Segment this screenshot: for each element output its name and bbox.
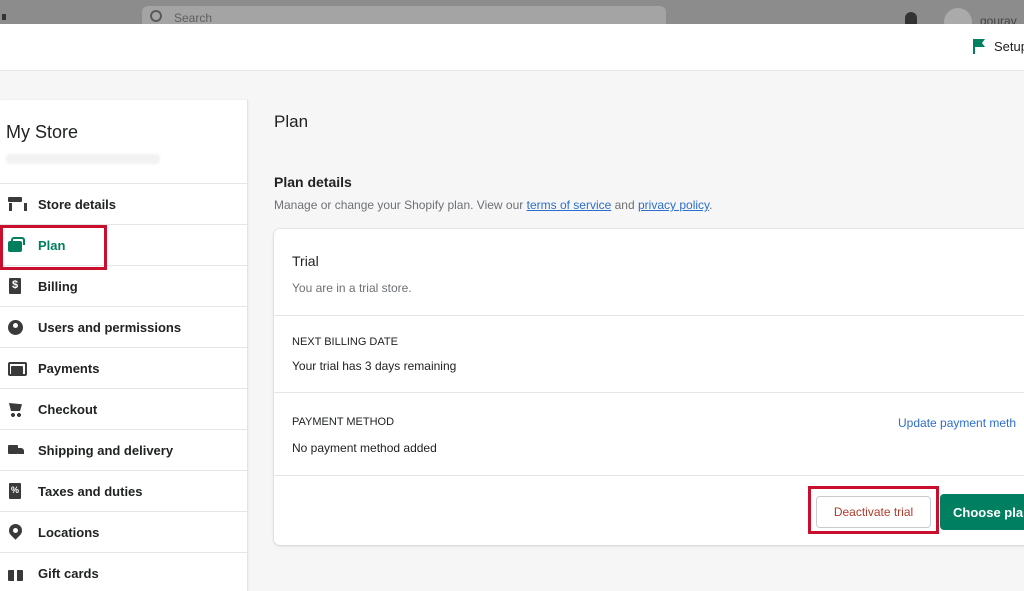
cart-icon <box>8 401 22 417</box>
update-payment-method-link[interactable]: Update payment meth <box>898 416 1016 430</box>
sidebar-item-users-and-permissions[interactable]: Users and permissions <box>0 306 248 347</box>
notification-bell-icon[interactable] <box>905 12 917 24</box>
terms-of-service-link[interactable]: terms of service <box>527 198 612 212</box>
payment-method-value: No payment method added <box>292 441 437 455</box>
section-title: Plan details <box>274 174 352 190</box>
sidebar-item-label: Gift cards <box>38 565 99 581</box>
user-name[interactable]: gourav <box>980 14 1017 24</box>
sidebar-item-payments[interactable]: Payments <box>0 347 248 388</box>
payments-icon <box>8 360 27 376</box>
privacy-policy-link[interactable]: privacy policy <box>638 198 709 212</box>
billing-icon <box>8 278 22 294</box>
setup-label: Setup <box>994 38 1024 54</box>
payment-method-section: PAYMENT METHOD No payment method added U… <box>274 393 1024 476</box>
sidebar-item-gift-cards[interactable]: Gift cards <box>0 552 248 591</box>
highlight-plan-box <box>0 225 107 270</box>
section-description: Manage or change your Shopify plan. View… <box>274 198 712 212</box>
sidebar-item-label: Billing <box>38 278 78 294</box>
settings-sidebar: My Store Store details Plan Billing User… <box>0 100 248 591</box>
sidebar-item-billing[interactable]: Billing <box>0 265 248 306</box>
user-icon <box>8 319 23 335</box>
desc-and: and <box>611 198 638 212</box>
sidebar-item-label: Payments <box>38 360 100 376</box>
sidebar-item-locations[interactable]: Locations <box>0 511 248 552</box>
choose-plan-button[interactable]: Choose plan <box>940 494 1024 530</box>
trial-title: Trial <box>292 253 319 269</box>
page-header: Setup <box>0 24 1024 71</box>
sidebar-item-label: Shipping and delivery <box>38 442 174 458</box>
flag-icon <box>972 38 986 54</box>
trial-description: You are in a trial store. <box>292 281 412 295</box>
sidebar-item-label: Locations <box>38 524 100 540</box>
next-billing-date-label: NEXT BILLING DATE <box>292 336 398 348</box>
location-pin-icon <box>8 524 22 540</box>
tax-icon <box>8 483 22 499</box>
page-title: Plan <box>274 112 309 131</box>
desc-prefix: Manage or change your Shopify plan. View… <box>274 198 527 212</box>
setup-guide-button[interactable]: Setup <box>972 38 1024 54</box>
payment-method-label: PAYMENT METHOD <box>292 416 395 428</box>
sidebar-item-checkout[interactable]: Checkout <box>0 388 248 429</box>
sidebar-item-label: Store details <box>38 196 117 212</box>
highlight-deactivate-box <box>808 486 939 534</box>
search-icon <box>150 10 162 22</box>
store-icon <box>8 196 27 212</box>
store-name: My Store <box>6 122 79 142</box>
sidebar-item-shipping-and-delivery[interactable]: Shipping and delivery <box>0 429 248 470</box>
trial-section: Trial You are in a trial store. <box>274 229 1024 316</box>
shopify-logo-icon[interactable] <box>2 14 6 20</box>
avatar[interactable] <box>944 8 972 24</box>
sidebar-item-label: Users and permissions <box>38 319 182 335</box>
sidebar-item-store-details[interactable]: Store details <box>0 183 248 224</box>
truck-icon <box>8 442 24 458</box>
store-subtitle-blurred <box>6 154 160 164</box>
next-billing-date-value: Your trial has 3 days remaining <box>292 359 457 373</box>
billing-date-section: NEXT BILLING DATE Your trial has 3 days … <box>274 316 1024 393</box>
sidebar-item-label: Checkout <box>38 401 98 417</box>
gift-icon <box>8 565 23 581</box>
desc-suffix: . <box>709 198 713 212</box>
search-placeholder: Search <box>174 11 213 24</box>
top-bar: Search gourav <box>0 0 1024 24</box>
sidebar-item-label: Taxes and duties <box>38 483 143 499</box>
search-input[interactable] <box>142 6 666 24</box>
sidebar-item-taxes-and-duties[interactable]: Taxes and duties <box>0 470 248 511</box>
